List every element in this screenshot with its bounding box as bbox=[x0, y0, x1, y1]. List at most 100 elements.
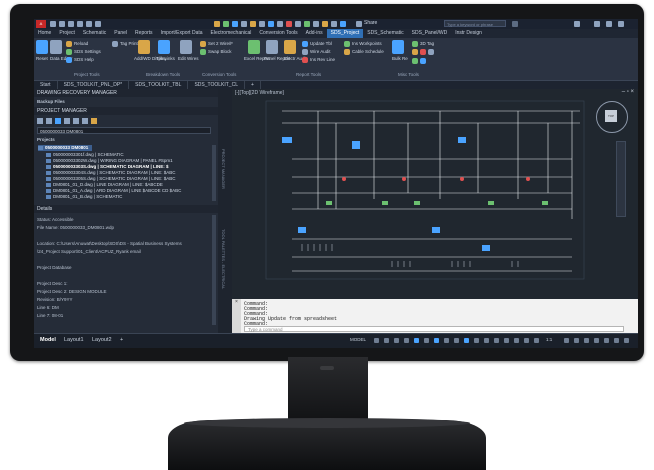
wire-icon[interactable] bbox=[200, 41, 206, 47]
help-icon[interactable] bbox=[574, 21, 580, 27]
minimize-icon[interactable] bbox=[594, 21, 600, 27]
workspace-icon[interactable] bbox=[534, 338, 539, 343]
wire-audit-icon[interactable] bbox=[302, 49, 308, 55]
search-input[interactable]: Type a keyword or phrase bbox=[444, 20, 506, 27]
toolbar-tool-icon[interactable] bbox=[304, 21, 310, 27]
ribbon-tab[interactable]: Project bbox=[55, 29, 79, 38]
ribbon-tab[interactable]: SDS_Project bbox=[326, 29, 364, 38]
layout-tab[interactable]: Layout2 bbox=[92, 337, 112, 343]
toolbar-tool-icon[interactable] bbox=[250, 21, 256, 27]
misc-tool-icon[interactable] bbox=[412, 58, 418, 64]
details-scrollbar[interactable] bbox=[212, 215, 216, 325]
snap-icon[interactable] bbox=[384, 338, 389, 343]
ribbon-label[interactable]: Cable Schedule bbox=[352, 49, 384, 54]
units-icon[interactable] bbox=[584, 338, 589, 343]
annotation-scale-icon[interactable] bbox=[524, 338, 529, 343]
redo-icon[interactable] bbox=[95, 21, 101, 27]
polar-icon[interactable] bbox=[404, 338, 409, 343]
selection-cycling-icon[interactable] bbox=[454, 338, 459, 343]
open-icon[interactable] bbox=[59, 21, 65, 27]
edit-wires-icon[interactable] bbox=[180, 40, 192, 54]
ribbon-label[interactable]: 3D Tag bbox=[420, 41, 434, 46]
toolbar-tool-icon[interactable] bbox=[313, 21, 319, 27]
toolbar-tool-icon[interactable] bbox=[214, 21, 220, 27]
ribbon-label[interactable]: Ins Workpoints bbox=[352, 41, 382, 46]
document-tab[interactable]: + bbox=[245, 81, 261, 89]
gizmo-icon[interactable] bbox=[494, 338, 499, 343]
ribbon-label[interactable]: Update Tbl bbox=[310, 41, 332, 46]
data-editor-icon[interactable] bbox=[50, 40, 62, 54]
new-icon[interactable] bbox=[50, 21, 56, 27]
grid-icon[interactable] bbox=[374, 338, 379, 343]
document-tab[interactable]: SDS_TOOLKIT_TBL bbox=[129, 81, 189, 89]
navigation-bar[interactable] bbox=[616, 141, 626, 217]
lineweight-icon[interactable] bbox=[434, 338, 439, 343]
project-dropdown[interactable]: 0500000033 DM0801 bbox=[37, 127, 211, 134]
gear-icon[interactable] bbox=[564, 338, 569, 343]
palette-label[interactable]: PROJECT MANAGER bbox=[221, 149, 226, 189]
share-button[interactable]: Share bbox=[364, 20, 377, 26]
selection-filter-icon[interactable] bbox=[484, 338, 489, 343]
audit-icon[interactable] bbox=[284, 40, 296, 54]
ribbon-label[interactable]: Edit Wires bbox=[178, 56, 199, 61]
toolbar-tool-icon[interactable] bbox=[295, 21, 301, 27]
tag-icon[interactable] bbox=[412, 41, 418, 47]
app-logo[interactable]: A bbox=[36, 20, 46, 28]
project-root-item[interactable]: 0500000033 DM0801 bbox=[38, 145, 93, 151]
palette-label[interactable]: TOOL PALETTES - ELECTRICAL bbox=[221, 229, 226, 289]
plot-icon[interactable] bbox=[82, 118, 88, 124]
document-tab[interactable]: SDS_TOOLKIT_CL bbox=[188, 81, 245, 89]
publish-icon[interactable] bbox=[73, 118, 79, 124]
cable-icon[interactable] bbox=[344, 49, 350, 55]
dynamic-ucs-icon[interactable] bbox=[474, 338, 479, 343]
revision-icon[interactable] bbox=[302, 57, 308, 63]
ribbon-label[interactable]: Bulk Re bbox=[392, 56, 408, 61]
toolbar-tool-icon[interactable] bbox=[322, 21, 328, 27]
transparency-icon[interactable] bbox=[444, 338, 449, 343]
ribbon-tab[interactable]: SDS_Panel/WD bbox=[408, 29, 452, 38]
command-input[interactable]: Type a command bbox=[244, 326, 624, 332]
misc-tool-icon[interactable] bbox=[412, 49, 418, 55]
tree-scrollbar[interactable] bbox=[212, 145, 216, 201]
osnap-icon[interactable] bbox=[414, 338, 419, 343]
ribbon-tab[interactable]: SDS_Schematic bbox=[363, 29, 407, 38]
ribbon-label[interactable]: Wire Audit bbox=[310, 49, 331, 54]
save-as-icon[interactable] bbox=[77, 21, 83, 27]
refresh-icon[interactable] bbox=[55, 118, 61, 124]
new-project-icon[interactable] bbox=[46, 118, 52, 124]
misc-tool-icon[interactable] bbox=[420, 58, 426, 64]
tag-print-icon[interactable] bbox=[112, 41, 118, 47]
close-icon[interactable] bbox=[618, 21, 624, 27]
update-icon[interactable] bbox=[302, 41, 308, 47]
toolbar-tool-icon[interactable] bbox=[241, 21, 247, 27]
auto-scale-icon[interactable] bbox=[514, 338, 519, 343]
save-icon[interactable] bbox=[68, 21, 74, 27]
ribbon-label[interactable]: Swap Block bbox=[208, 49, 232, 54]
customize-icon[interactable] bbox=[624, 338, 629, 343]
display-icon[interactable] bbox=[138, 40, 150, 54]
isolate-objects-icon[interactable] bbox=[614, 338, 619, 343]
excel-report-icon[interactable] bbox=[248, 40, 260, 54]
settings-icon[interactable] bbox=[66, 49, 72, 55]
annotation-monitor-icon[interactable] bbox=[574, 338, 579, 343]
lock-ui-icon[interactable] bbox=[604, 338, 609, 343]
layout-tab[interactable]: + bbox=[120, 337, 123, 343]
ribbon-label[interactable]: SDS Help bbox=[74, 57, 94, 62]
maximize-icon[interactable] bbox=[606, 21, 612, 27]
ribbon-tab[interactable]: Conversion Tools bbox=[255, 29, 301, 38]
toolbar-tool-icon[interactable] bbox=[223, 21, 229, 27]
ribbon-label[interactable]: Tag Print bbox=[120, 41, 138, 46]
toolbar-tool-icon[interactable] bbox=[268, 21, 274, 27]
project-task-icon[interactable] bbox=[64, 118, 70, 124]
ribbon-tab[interactable]: Import/Export Data bbox=[157, 29, 207, 38]
tree-item[interactable]: DM0801_01_B.dwg | SCHEMATIC bbox=[46, 194, 122, 200]
ribbon-tab[interactable]: Add-ins bbox=[302, 29, 327, 38]
settings-icon[interactable] bbox=[91, 118, 97, 124]
drawing-canvas[interactable]: [-][Top][2D Wireframe] – ▫ × TOP bbox=[232, 89, 638, 299]
command-window-close[interactable]: × bbox=[232, 299, 241, 333]
ribbon-label[interactable]: Set 2 Wire/F bbox=[208, 41, 233, 46]
open-project-icon[interactable] bbox=[37, 118, 43, 124]
search-icon[interactable] bbox=[512, 21, 518, 27]
misc-tool-icon[interactable] bbox=[420, 49, 426, 55]
ribbon-label[interactable]: Ins Rev Line bbox=[310, 57, 335, 62]
